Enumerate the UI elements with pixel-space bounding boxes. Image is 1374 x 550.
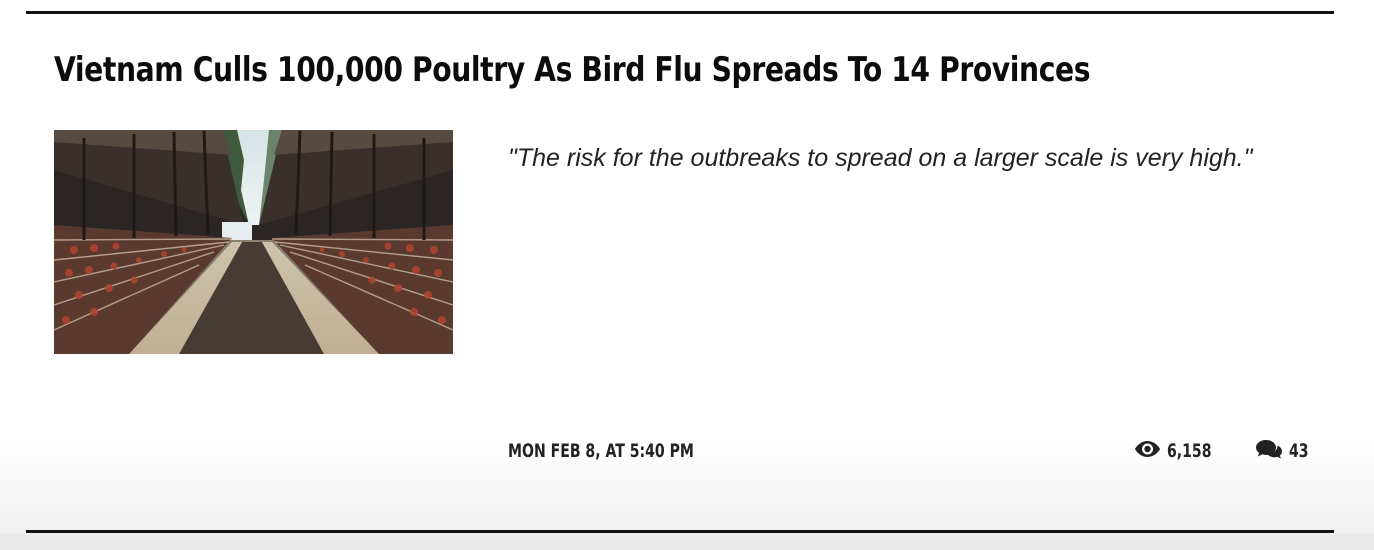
comments-value: 43 [1289, 440, 1309, 462]
page-footer-strip [0, 533, 1374, 550]
article-excerpt: "The risk for the outbreaks to spread on… [508, 144, 1253, 172]
comments-icon [1255, 439, 1283, 464]
article-thumbnail[interactable] [54, 130, 453, 354]
top-divider [26, 11, 1334, 14]
views-count: 6,158 [1134, 438, 1227, 464]
article-date: MON FEB 8, AT 5:40 PM [508, 440, 694, 462]
views-value: 6,158 [1167, 440, 1212, 462]
article-title-link[interactable]: Vietnam Culls 100,000 Poultry As Bird Fl… [54, 42, 1100, 98]
eye-icon [1134, 440, 1161, 463]
comments-link[interactable]: 43 [1255, 438, 1315, 464]
